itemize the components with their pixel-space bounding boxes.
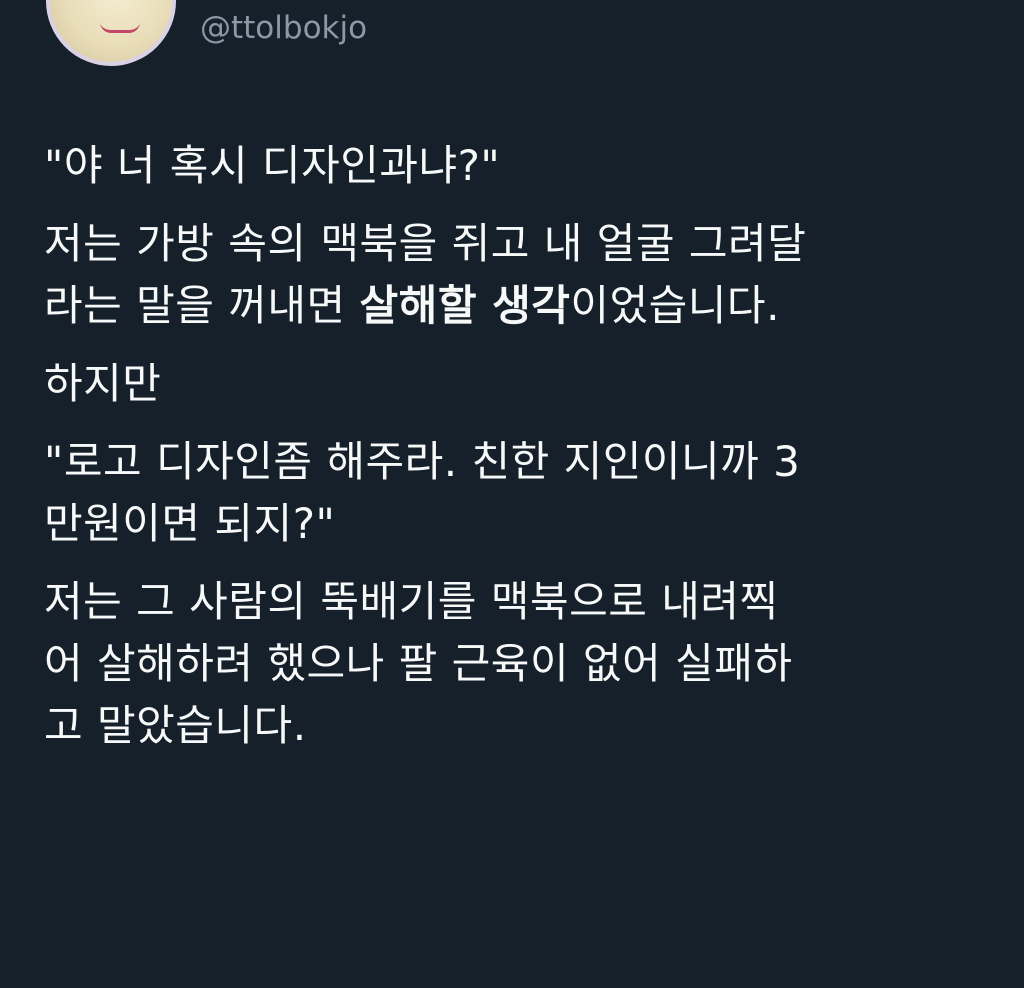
tweet-paragraph-4: "로고 디자인좀 해주라. 친한 지인이니까 3 만원이면 되지?" bbox=[44, 431, 994, 555]
avatar[interactable] bbox=[46, 0, 176, 66]
tweet-paragraph-3: 하지만 bbox=[44, 353, 994, 415]
tweet-line: 저는 가방 속의 맥북을 쥐고 내 얼굴 그려달 bbox=[44, 219, 807, 268]
tweet-paragraph-2: 저는 가방 속의 맥북을 쥐고 내 얼굴 그려달 라는 말을 꺼내면 살해할 생… bbox=[44, 213, 994, 337]
tweet-line: "로고 디자인좀 해주라. 친한 지인이니까 3 bbox=[44, 437, 801, 486]
tweet-paragraph-5: 저는 그 사람의 뚝배기를 맥북으로 내려찍 어 살해하려 했으나 팔 근육이 … bbox=[44, 571, 994, 757]
avatar-mouth bbox=[100, 22, 140, 33]
tweet-paragraph-1: "야 너 혹시 디자인과냐?" bbox=[44, 135, 994, 197]
tweet-text-prefix: 라는 말을 꺼내면 bbox=[44, 281, 360, 330]
tweet-bold-text: 살해할 생각 bbox=[359, 281, 571, 330]
tweet-header: @ttolbokjo bbox=[0, 0, 1024, 90]
tweet-line: "야 너 혹시 디자인과냐?" bbox=[44, 141, 501, 190]
tweet-line: 라는 말을 꺼내면 살해할 생각이었습니다. bbox=[44, 275, 994, 337]
tweet-line: 어 살해하려 했으나 팔 근육이 없어 실패하 bbox=[44, 639, 793, 688]
tweet-line: 하지만 bbox=[44, 359, 162, 408]
tweet-line: 저는 그 사람의 뚝배기를 맥북으로 내려찍 bbox=[44, 577, 779, 626]
tweet-text: "야 너 혹시 디자인과냐?" 저는 가방 속의 맥북을 쥐고 내 얼굴 그려달… bbox=[44, 135, 994, 773]
author-handle[interactable]: @ttolbokjo bbox=[200, 8, 367, 48]
tweet-line: 만원이면 되지?" bbox=[44, 499, 336, 548]
tweet-line: 고 말았습니다. bbox=[44, 701, 307, 750]
tweet-text-suffix: 이었습니다. bbox=[570, 281, 780, 330]
